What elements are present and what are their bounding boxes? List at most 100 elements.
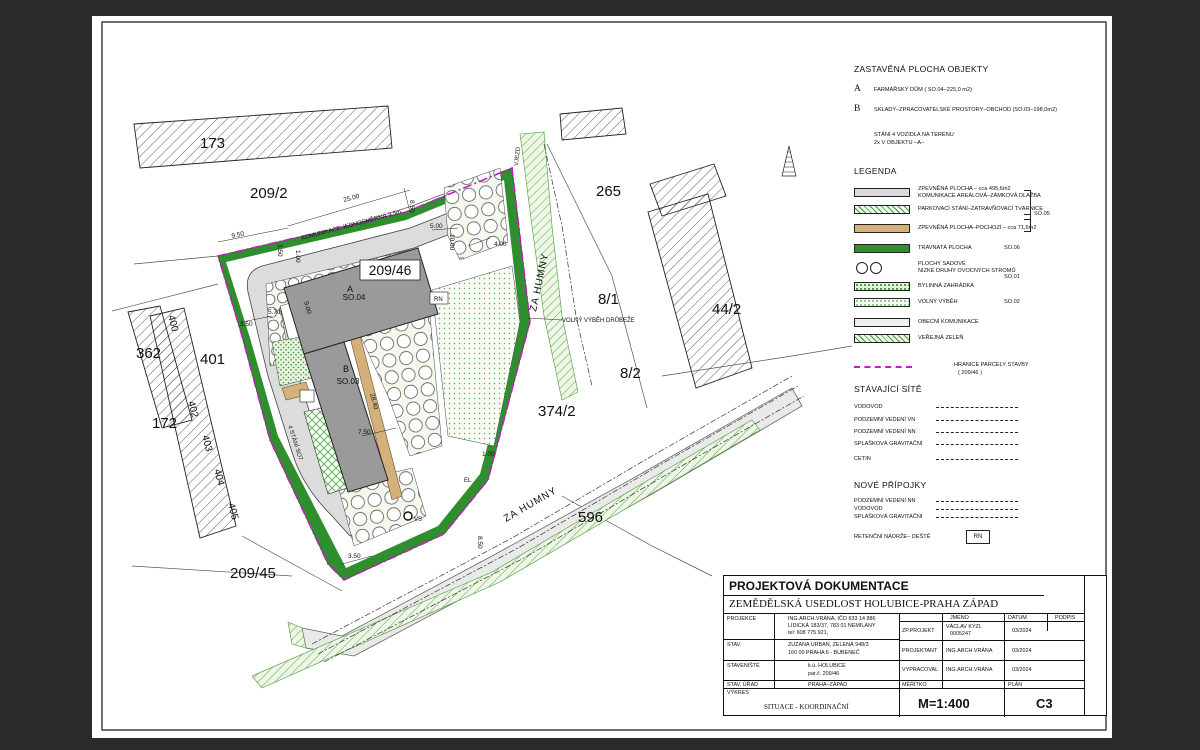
stav-1: ZUZANA URBAN, ZELENÁ 948/3 xyxy=(788,642,869,648)
urad-label: STAV. ÚŘAD xyxy=(727,682,759,688)
stavenist-1: k.ú. HOLUBICE xyxy=(808,663,846,669)
parcel-label-374-2: 374/2 xyxy=(538,403,576,420)
hranice-line-1: HRANICE PARCELY STAVBY xyxy=(954,362,1029,368)
building-b-letter: B xyxy=(343,364,349,374)
proj-date: 03/2024 xyxy=(1012,648,1032,654)
swatch-paved xyxy=(854,188,910,197)
urad-value: PRAHA–ZÁPAD xyxy=(808,682,848,688)
site-item-1: VODOVOD xyxy=(854,404,883,410)
swatch-grass xyxy=(854,244,910,253)
zp-date: 03/2024 xyxy=(1012,628,1032,634)
projekce-3: tel: 608 775 921, xyxy=(788,630,829,636)
site-item-2: PODZEMNÍ VEDENÍ VN xyxy=(854,417,916,423)
well-symbol xyxy=(403,511,413,521)
legend-new-connections: PODZEMNÍ VEDENÍ NN VODOVOD SPLAŠKOVÁ GRA… xyxy=(844,496,1109,566)
vjezd-annotation: VJEZD xyxy=(514,146,522,166)
rn-annotation: RN xyxy=(434,297,443,303)
swatch-herb xyxy=(854,282,910,291)
meritko-label: MĚŘÍTKO xyxy=(902,682,927,688)
swatch-orchard-1 xyxy=(856,262,868,274)
legend-item-6: BYLINNÁ ZAHRÁDKA xyxy=(918,283,974,289)
legend-item-4: TRAVNATÁ PLOCHA xyxy=(918,245,972,251)
legend-code-5: SO.01 xyxy=(1004,274,1020,280)
dim-13: 3.50 xyxy=(348,553,361,560)
stani-line-1: STÁNÍ 4 VOZIDLA NA TERÉNU xyxy=(874,132,954,138)
stav-label: STAV. xyxy=(727,642,742,648)
projekce-label: PROJEKCE xyxy=(727,616,757,622)
parcel-label-362: 362 xyxy=(136,345,161,362)
obj-a-text: FARMÁŘSKÝ DŮM ( SO.04–225,0 m2) xyxy=(874,87,972,93)
legend-item-8: OBECNÍ KOMUNIKACE xyxy=(918,319,979,325)
dim-2: 8.50 xyxy=(408,200,415,213)
public-green-1 xyxy=(287,621,307,649)
zp-name-2: 0005247 xyxy=(950,631,971,637)
parcel-label-265: 265 xyxy=(596,183,621,200)
public-green-3 xyxy=(519,131,579,401)
legend: ZASTAVĚNÁ PLOCHA OBJEKTY A FARMÁŘSKÝ DŮM… xyxy=(844,64,1109,504)
stani-line-2: 2x V OBJEKTU –A– xyxy=(874,140,925,146)
parcel-label-401: 401 xyxy=(200,351,225,368)
parcel-label-596: 596 xyxy=(578,509,603,526)
vykres-value: SITUACE - KOORDINAČNÍ xyxy=(764,703,849,711)
legend-item-5: PLOCHY SADOVÉ xyxy=(918,261,966,267)
swatch-orchard-2 xyxy=(870,262,882,274)
swatch-public-road xyxy=(854,318,910,327)
dim-15: 1.00 xyxy=(482,451,495,458)
site-item-4: SPLAŠKOVÁ GRAVITAČNÍ xyxy=(854,441,923,447)
proj-name: ING.ARCH.VRÁNA xyxy=(946,648,993,654)
site-line-5 xyxy=(936,459,1018,460)
new-line-2 xyxy=(936,509,1018,510)
site-line-3 xyxy=(936,432,1018,433)
dim-16: 8.50 xyxy=(476,536,483,549)
legend-code-7: SO.02 xyxy=(1004,299,1020,305)
obj-b-letter: B xyxy=(854,104,861,114)
legend-item-3: ZPEVNĚNÁ PLOCHA–POCHOZÍ – cca 71,6m2 xyxy=(918,225,1037,231)
parcel-label-209-2: 209/2 xyxy=(250,185,288,202)
group-code: SO.05 xyxy=(1034,211,1050,217)
swatch-free-run xyxy=(854,298,910,307)
hranice-line-2: ( 209/46 ) xyxy=(958,370,982,376)
dim-5: 5.00 xyxy=(430,223,443,230)
obj-a-letter: A xyxy=(854,84,861,94)
new-line-3 xyxy=(936,517,1018,518)
dim-9: 5.70 xyxy=(268,309,281,316)
vyp-label: VYPRACOVAL xyxy=(902,667,939,673)
meritko-value: M=1:400 xyxy=(918,696,970,711)
vyp-name: ING.ARCH.VRÁNA xyxy=(946,667,993,673)
group-bracket-2 xyxy=(1024,214,1031,232)
ret-text: RETENČNÍ NÁDRŽE– DEŠTĚ xyxy=(854,534,931,540)
main-parcel-label: 209/46 xyxy=(369,262,412,278)
legenda-title: LEGENDA xyxy=(854,166,897,176)
site-line-2 xyxy=(936,420,1018,421)
dim-1: 25.00 xyxy=(343,193,361,204)
plan-value: C3 xyxy=(1036,696,1053,711)
proj-label: PROJEKTANT xyxy=(902,648,938,654)
dim-14: 1.00 xyxy=(294,250,301,263)
parcel-label-8-2: 8/2 xyxy=(620,365,641,382)
retention-tank-2 xyxy=(299,389,315,403)
zp-label: ZP.PROJEKT xyxy=(902,628,935,634)
site-line-4 xyxy=(936,444,1018,445)
swatch-public-green xyxy=(854,334,910,343)
ret-code: RN xyxy=(966,530,990,544)
building-b-code: SO.03 xyxy=(337,377,360,386)
obj-b-text: SKLADY–ZPRACOVATELSKÉ PROSTORY–OBCHOD (S… xyxy=(874,107,1058,113)
parcel-label-172: 172 xyxy=(152,415,177,432)
north-arrow xyxy=(781,145,797,177)
stavenist-label: STAVENIŠTĚ xyxy=(727,663,760,669)
boundary-swatch xyxy=(854,366,912,368)
new-line-1 xyxy=(936,501,1018,502)
title: PROJEKTOVÁ DOKUMENTACE xyxy=(729,579,909,593)
street-label-2: ZA HUMNY xyxy=(502,485,559,524)
building-173 xyxy=(133,105,393,169)
legend-code-4: SO.06 xyxy=(1004,245,1020,251)
plan-label: PLÁN xyxy=(1008,682,1023,688)
parcel-label-8-1: 8/1 xyxy=(598,291,619,308)
title-block: PROJEKTOVÁ DOKUMENTACE ZEMĚDĚLSKÁ USEDLO… xyxy=(723,575,1086,717)
vyp-date: 03/2024 xyxy=(1012,667,1032,673)
vs-annotation: VS xyxy=(414,517,422,523)
legend-item-1b: KOMUNIKACE AREÁLOVÁ–ZÁMKOVÁ DLAŽBA xyxy=(918,193,1041,199)
swatch-parking xyxy=(854,205,910,214)
dim-7: 4.00 xyxy=(494,241,507,248)
dim-3: 9.50 xyxy=(231,230,245,240)
